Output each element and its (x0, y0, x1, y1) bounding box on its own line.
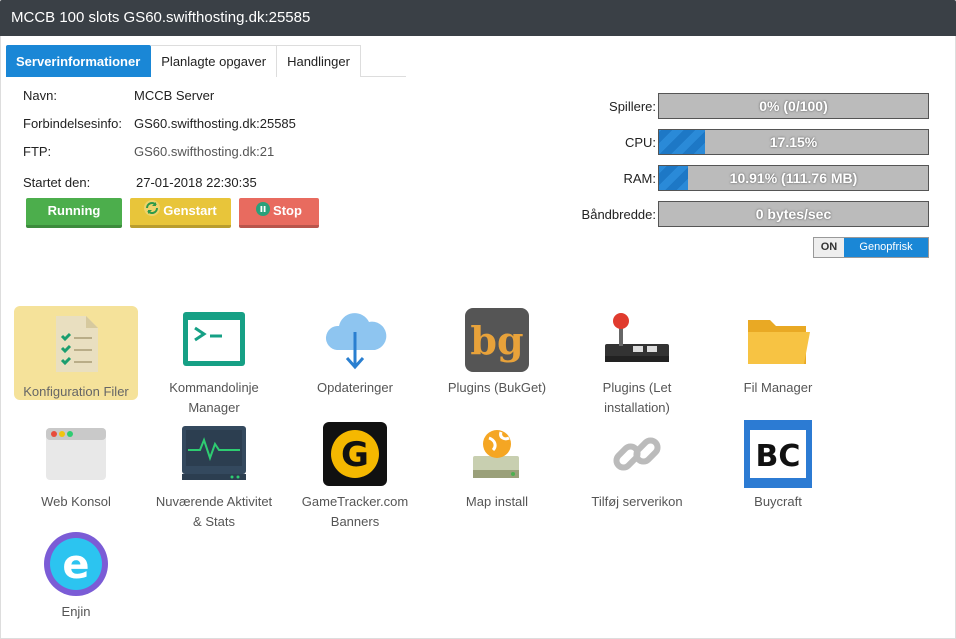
tool-tile-enjin[interactable]: e Enjin (14, 530, 138, 622)
activity-monitor-icon (180, 420, 248, 488)
tab-bar: Serverinformationer Planlagte opgaver Ha… (6, 45, 406, 77)
tab-handlinger[interactable]: Handlinger (277, 45, 361, 77)
tool-tile-browser-window[interactable]: Web Konsol (14, 420, 138, 512)
refresh-toggle-label: Genopfrisk (844, 238, 928, 257)
connection-value: GS60.swifthosting.dk:25585 (134, 116, 296, 131)
window-title: MCCB 100 slots GS60.swifthosting.dk:2558… (0, 0, 956, 36)
tool-tile-config-files[interactable]: Konfiguration Filer (14, 306, 138, 400)
tool-tile-label: Map install (465, 494, 529, 509)
cpu-value: 17.15% (769, 134, 818, 150)
buycraft-icon: BC (744, 420, 812, 488)
tool-tile-cloud-download[interactable]: Opdateringer (293, 306, 417, 398)
bukget-icon: bg (463, 306, 531, 374)
svg-text:e: e (62, 542, 89, 588)
gametracker-icon: G (321, 420, 389, 488)
bandwidth-label: Båndbredde: (581, 207, 656, 222)
tool-tile-label: Buycraft (754, 494, 802, 509)
tool-tile-gametracker[interactable]: G GameTracker.com Banners (293, 420, 417, 532)
tool-tile-bukget[interactable]: bg Plugins (BukGet) (435, 306, 559, 398)
connection-label: Forbindelsesinfo: (23, 116, 122, 131)
tab-planlagte-opgaver[interactable]: Planlagte opgaver (151, 45, 278, 77)
svg-text:BC: BC (756, 439, 801, 474)
tool-tile-label: Konfiguration Filer (23, 384, 129, 399)
tool-tile-label: GameTracker.com Banners (301, 494, 409, 529)
running-label: Running (47, 203, 101, 218)
ram-bar: 10.91% (111.76 MB) (658, 165, 929, 191)
refresh-icon (144, 199, 161, 225)
name-label: Navn: (23, 88, 57, 103)
tool-tile-label: Web Konsol (41, 494, 111, 509)
ram-label: RAM: (623, 171, 657, 186)
restart-button[interactable]: Genstart (130, 198, 231, 228)
bandwidth-value: 0 bytes/sec (755, 206, 832, 222)
players-value: 0% (0/100) (759, 98, 828, 114)
browser-window-icon (42, 420, 110, 488)
tool-tile-label: Kommandolinje Manager (169, 380, 259, 415)
tool-tile-activity-monitor[interactable]: Nuværende Aktivitet & Stats (152, 420, 276, 532)
tool-tile-joystick[interactable]: Plugins (Let installation) (575, 306, 699, 418)
ftp-label: FTP: (23, 144, 52, 159)
config-files-icon (42, 310, 110, 378)
tool-tile-folder[interactable]: Fil Manager (716, 306, 840, 398)
tool-tile-label: Tilføj serverikon (591, 494, 683, 509)
joystick-icon (603, 306, 671, 374)
tool-tile-label: Fil Manager (743, 380, 813, 395)
cpu-label: CPU: (624, 135, 656, 150)
tool-tile-label: Enjin (61, 604, 91, 619)
tool-tile-link[interactable]: Tilføj serverikon (575, 420, 699, 512)
folder-icon (744, 306, 812, 374)
pause-icon (256, 199, 271, 225)
tool-tile-label: Opdateringer (317, 380, 393, 395)
tool-tile-map-install[interactable]: Map install (435, 420, 559, 512)
stop-button[interactable]: Stop (239, 198, 319, 228)
started-label: Startet den: (23, 175, 91, 190)
link-icon (603, 420, 671, 488)
refresh-toggle-state: ON (814, 238, 844, 257)
map-install-icon (463, 420, 531, 488)
bandwidth-bar: 0 bytes/sec (658, 201, 929, 227)
svg-text:bg: bg (470, 318, 523, 363)
server-name: MCCB Server (134, 88, 215, 103)
ram-value: 10.91% (111.76 MB) (729, 170, 858, 186)
cloud-download-icon (321, 306, 389, 374)
svg-text:G: G (341, 435, 369, 475)
enjin-icon: e (42, 530, 110, 598)
tool-tile-buycraft[interactable]: BC Buycraft (716, 420, 840, 512)
tool-tile-label: Plugins (Let installation) (602, 380, 672, 415)
players-label: Spillere: (609, 99, 656, 114)
restart-label: Genstart (163, 203, 217, 218)
players-bar: 0% (0/100) (658, 93, 929, 119)
tab-serverinformationer[interactable]: Serverinformationer (6, 45, 152, 77)
tool-tile-label: Plugins (BukGet) (447, 380, 547, 395)
tool-tile-terminal[interactable]: Kommandolinje Manager (152, 306, 276, 418)
ftp-link[interactable]: GS60.swifthosting.dk:21 (134, 144, 274, 159)
started-value: 27-01-2018 22:30:35 (136, 175, 257, 190)
cpu-bar: 17.15% (658, 129, 929, 155)
tool-tile-label: Nuværende Aktivitet & Stats (155, 494, 273, 529)
refresh-toggle[interactable]: ON Genopfrisk (813, 237, 929, 258)
running-button[interactable]: Running (26, 198, 122, 228)
stop-label: Stop (273, 203, 302, 218)
terminal-icon (180, 306, 248, 374)
